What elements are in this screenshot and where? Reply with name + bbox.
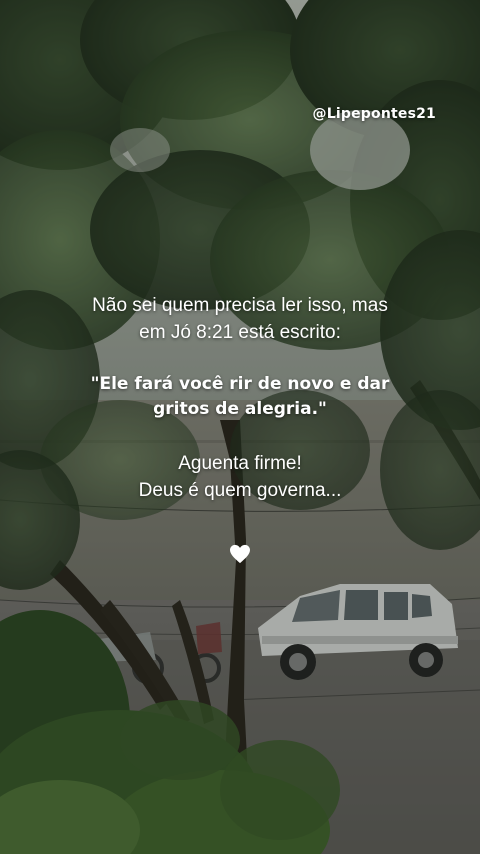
bible-quote: "Ele fará você rir de novo e dar gritos … <box>0 372 480 422</box>
closing-text: Aguenta firme! Deus é quem governa... <box>0 450 480 504</box>
intro-line-1: Não sei quem precisa ler isso, mas <box>92 295 388 316</box>
outro-line-1: Aguenta firme! <box>178 453 302 474</box>
outro-line-2: Deus é quem governa... <box>138 480 342 501</box>
background-photo: @Lipepontes21 Não sei quem precisa ler i… <box>0 0 480 854</box>
quote-line-1: "Ele fará você rir de novo e dar <box>90 374 390 394</box>
quote-line-2: gritos de alegria." <box>153 399 327 419</box>
white-heart-icon <box>230 544 250 564</box>
intro-line-2: em Jó 8:21 está escrito: <box>139 322 341 343</box>
rainy-street-photo <box>0 0 480 854</box>
author-handle: @Lipepontes21 <box>312 106 436 122</box>
intro-text: Não sei quem precisa ler isso, mas em Jó… <box>0 292 480 346</box>
